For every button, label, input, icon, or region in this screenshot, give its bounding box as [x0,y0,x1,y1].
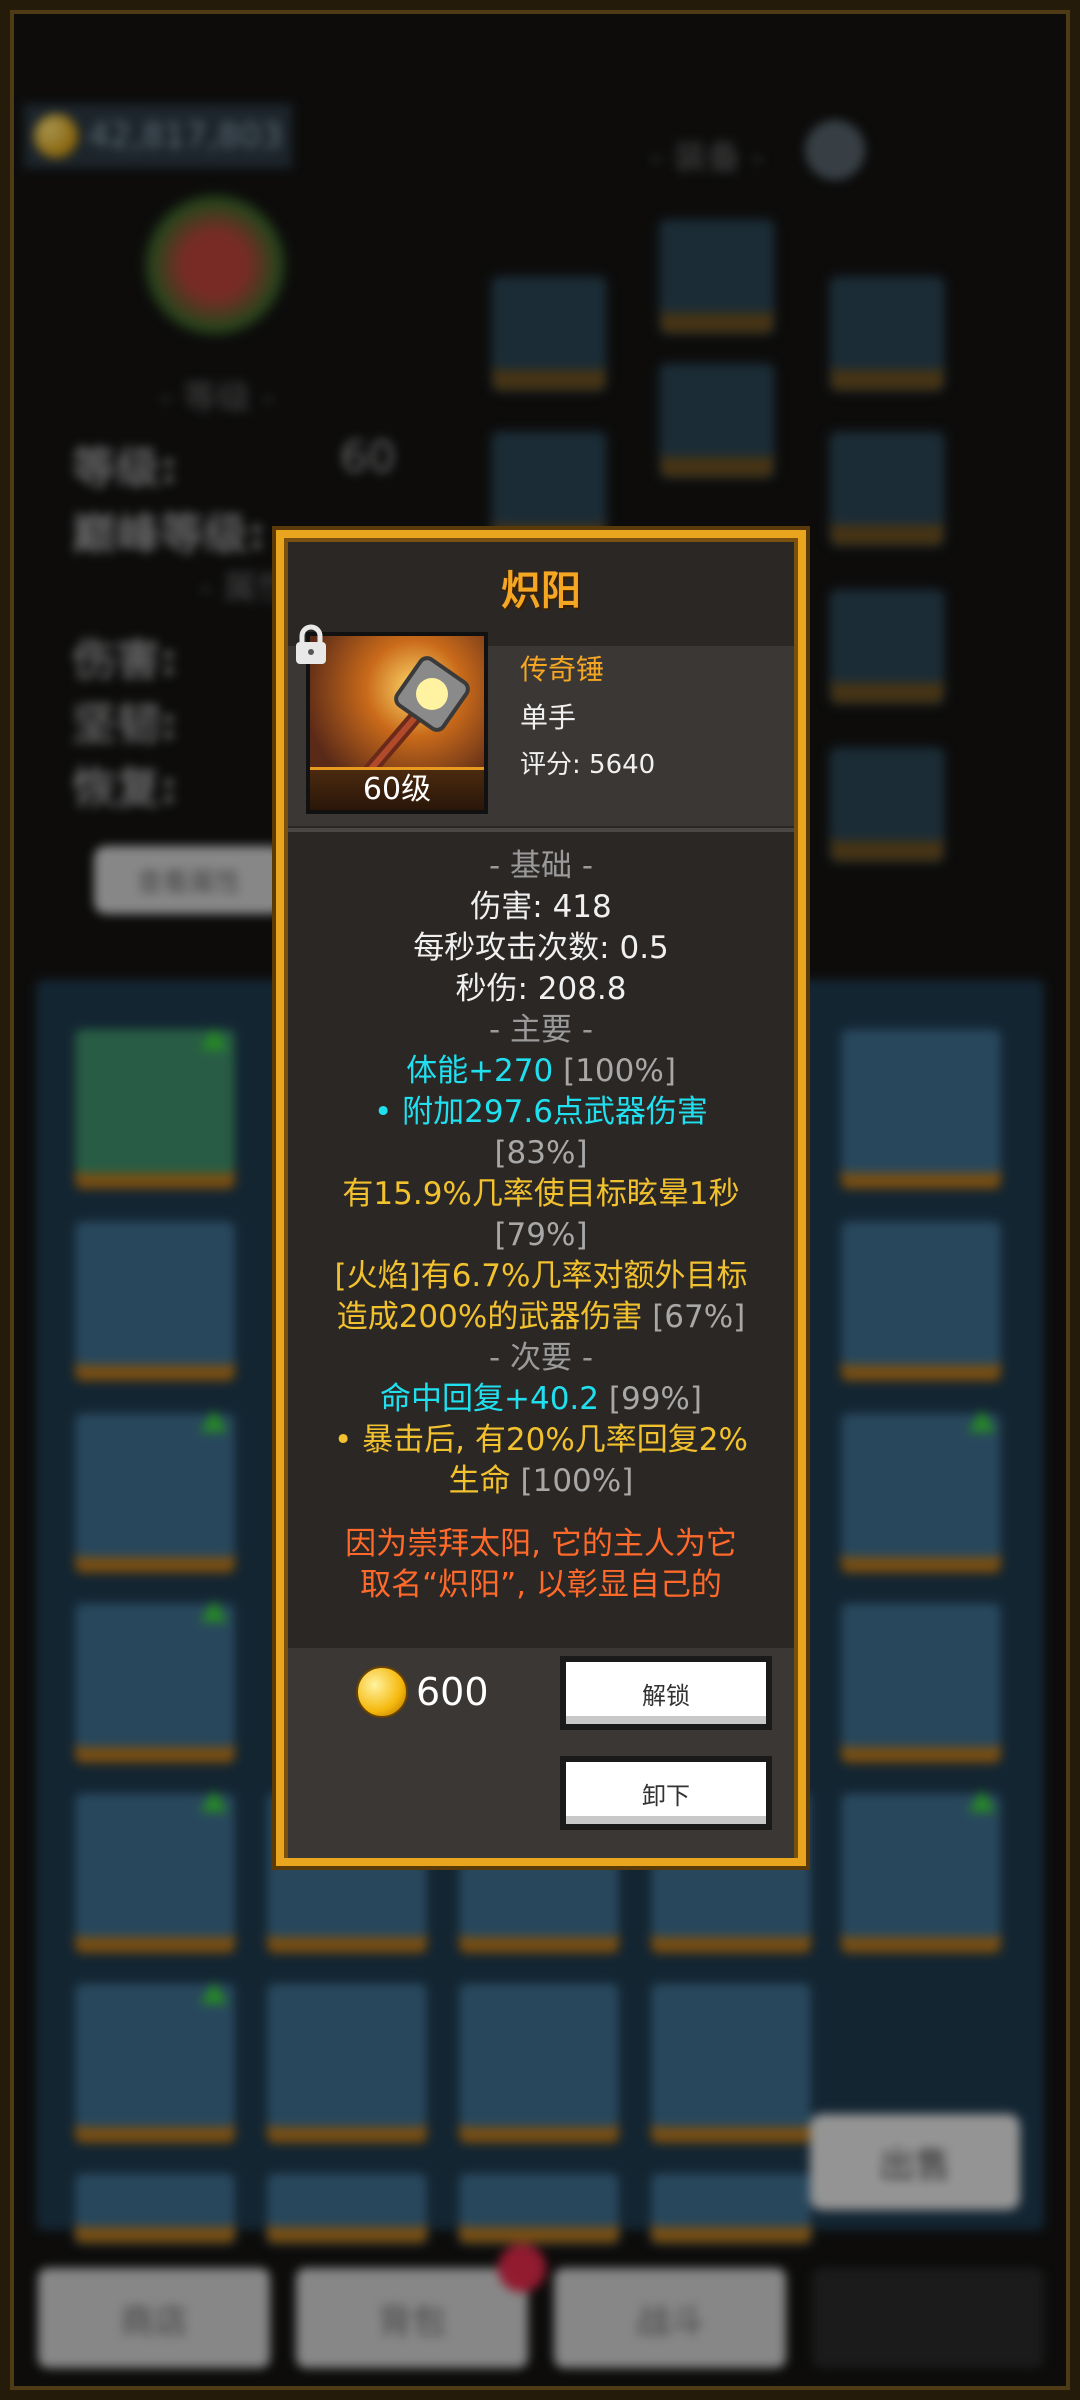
main-stat-2-pct: [83%] [494,1135,588,1171]
stat-dps: 秒伤: 208.8 [455,971,627,1007]
secondary-stat-1-text: 命中回复+40.2 [380,1381,600,1417]
flavor-line-1: 因为崇拜太阳, 它的主人为它 [345,1526,737,1562]
item-score: 评分: 5640 [520,750,656,780]
stat-damage: 伤害: 418 [470,889,612,925]
main-stat-4: 造成200%的武器伤害 [67%] [292,1297,790,1338]
item-level: 60级 [310,767,484,810]
main-stat-3-pct: [79%] [494,1217,588,1253]
section-main: - 主要 - [488,1012,594,1048]
lock-icon[interactable] [292,624,330,666]
secondary-stat-2: 生命 [100%] [292,1461,790,1502]
secondary-stat-1-pct: [99%] [608,1381,702,1417]
main-stat-1-text: 体能+270 [406,1053,554,1089]
item-portrait: 60级 [306,632,488,814]
coin-icon [356,1666,408,1718]
main-stat-4-pct: [67%] [652,1299,746,1335]
item-name: 炽阳 [501,568,581,614]
main-stat-2-text: • 附加297.6点武器伤害 [374,1094,708,1130]
item-stats: - 基础 - 伤害: 418 每秒攻击次数: 0.5 秒伤: 208.8 - 主… [292,846,790,1606]
unequip-button[interactable]: 卸下 [560,1756,772,1830]
stat-attack-speed: 每秒攻击次数: 0.5 [413,930,669,966]
main-stat-3-text: 有15.9%几率使目标眩晕1秒 [342,1176,740,1212]
unlock-price: 600 [356,1666,489,1718]
item-detail-dialog: 炽阳 60级 传奇锤 单手 评分: 5640 - 基础 - 伤害: 418 每秒… [276,530,806,1866]
unlock-button[interactable]: 解锁 [560,1656,772,1730]
price-value: 600 [416,1670,489,1714]
secondary-stat-2-pct: [100%] [520,1463,634,1499]
secondary-stat-1: 命中回复+40.2 [99%] [292,1379,790,1420]
item-type: 传奇锤 [520,653,605,686]
main-stat-1: 体能+270 [100%] [292,1051,790,1092]
secondary-stat-2-line2: 生命 [448,1463,511,1499]
main-stat-4-line1: [火焰]有6.7%几率对额外目标 [334,1258,748,1294]
main-stat-4-line2: 造成200%的武器伤害 [336,1299,643,1335]
divider [288,828,794,832]
section-secondary: - 次要 - [488,1340,594,1376]
section-basic: - 基础 - [488,848,594,884]
main-stat-1-pct: [100%] [563,1053,676,1089]
secondary-stat-2-line1: • 暴击后, 有20%几率回复2% [334,1422,748,1458]
flavor-line-2: 取名“炽阳”, 以彰显自己的 [360,1567,722,1603]
item-hand: 单手 [520,701,577,734]
